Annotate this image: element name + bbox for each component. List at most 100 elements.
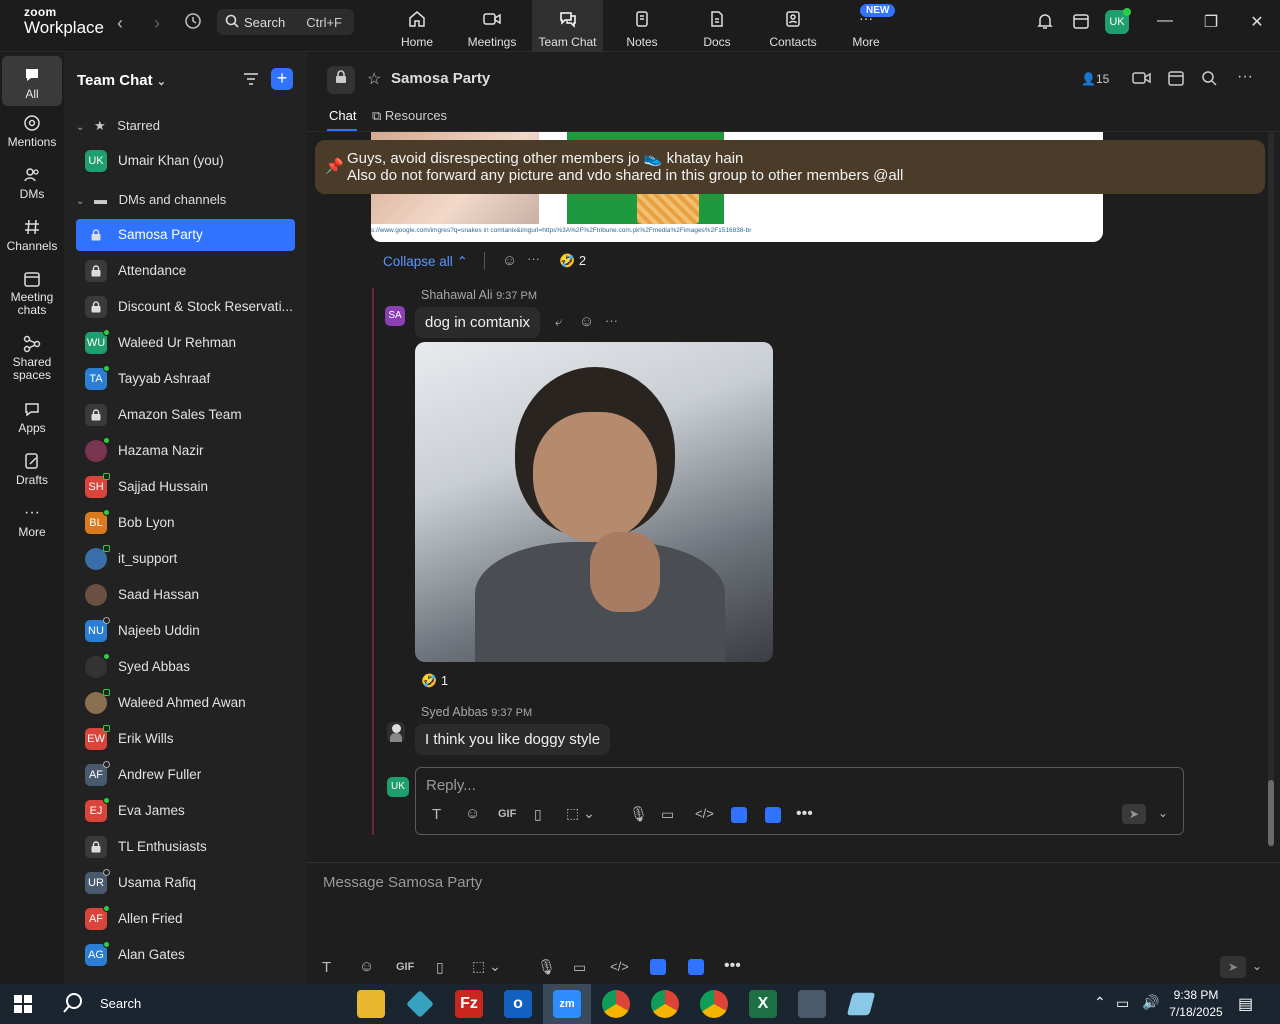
restore-icon[interactable]: ❐	[1196, 12, 1226, 32]
reply-icon[interactable]: ⤶	[555, 314, 562, 330]
more-options-icon[interactable]: ···	[1237, 68, 1253, 86]
nav-team-chat[interactable]: Team Chat	[532, 0, 603, 52]
chrome-icon[interactable]	[602, 990, 630, 1018]
rail-shared-spaces[interactable]: Shared spaces	[2, 335, 62, 382]
sidebar-item[interactable]: Samosa Party	[76, 219, 295, 251]
add-reaction-icon[interactable]: ☺	[579, 313, 594, 330]
starred-section[interactable]: ⌄ ★ Starred	[76, 118, 160, 134]
microphone-icon[interactable]: 🎙	[537, 958, 556, 976]
sidebar-item[interactable]: EW Erik Wills	[76, 723, 295, 755]
nav-meetings[interactable]: Meetings	[464, 0, 520, 52]
scrollbar-track[interactable]	[1268, 132, 1274, 847]
avatar[interactable]: SA	[385, 306, 405, 326]
sidebar-item[interactable]: Syed Abbas	[76, 651, 295, 683]
sidebar-item[interactable]: SH Sajjad Hussain	[76, 471, 295, 503]
sidebar-item[interactable]: Discount & Stock Reservati...	[76, 291, 295, 323]
avatar[interactable]	[387, 722, 405, 742]
sidebar-item[interactable]: Saad Hassan	[76, 579, 295, 611]
app-icon-2[interactable]	[688, 959, 704, 975]
chrome-icon[interactable]	[700, 990, 728, 1018]
sidebar-item[interactable]: TA Tayyab Ashraaf	[76, 363, 295, 395]
file-explorer-icon[interactable]	[357, 990, 385, 1018]
message-input[interactable]: Message Samosa Party	[323, 874, 482, 891]
chevron-down-icon[interactable]: ⌄	[1158, 806, 1168, 820]
sidebar-item[interactable]: WU Waleed Ur Rehman	[76, 327, 295, 359]
starred-item[interactable]: UK Umair Khan (you)	[76, 145, 295, 177]
chevron-up-icon[interactable]: ⌃	[1094, 994, 1106, 1011]
more-icon[interactable]: •••	[724, 957, 741, 975]
video-message-icon[interactable]: ▭	[573, 959, 586, 976]
app-icon-2[interactable]	[765, 807, 781, 823]
nav-contacts[interactable]: Contacts	[764, 0, 822, 52]
text-format-icon[interactable]: T	[322, 959, 331, 976]
file-icon[interactable]: ▯	[436, 959, 444, 976]
app-icon-1[interactable]	[650, 959, 666, 975]
forward-arrow-icon[interactable]: ›	[145, 12, 169, 36]
new-chat-button[interactable]: +	[271, 68, 293, 90]
microphone-icon[interactable]: 🎙	[629, 805, 648, 823]
app-icon[interactable]	[846, 992, 876, 1016]
more-icon[interactable]: •••	[796, 805, 813, 823]
screenshot-icon[interactable]: ⬚ ⌄	[566, 805, 595, 822]
sidebar-item[interactable]: AF Allen Fried	[76, 903, 295, 935]
sidebar-item[interactable]: BL Bob Lyon	[76, 507, 295, 539]
thread-reply-box[interactable]: Reply... T ☺ GIF ▯ ⬚ ⌄ 🎙 ▭ </> ••• ➤ ⌄	[415, 767, 1184, 835]
volume-icon[interactable]: 🔊	[1142, 994, 1159, 1011]
gif-button[interactable]: GIF	[498, 808, 516, 820]
sidebar-item[interactable]: Waleed Ahmed Awan	[76, 687, 295, 719]
minimize-icon[interactable]: —	[1150, 12, 1180, 30]
rail-all[interactable]: All	[2, 56, 62, 106]
calendar-app-icon[interactable]	[1066, 12, 1096, 35]
reaction-chip[interactable]: 🤣 2	[559, 253, 586, 269]
sidebar-item[interactable]: AG Alan Gates	[76, 939, 295, 971]
text-format-icon[interactable]: T	[432, 806, 441, 823]
preview-url[interactable]: s://www.google.com/imgres?q=snakes in co…	[371, 227, 751, 234]
reaction-chip[interactable]: 🤣 1	[421, 673, 448, 689]
more-icon[interactable]: ···	[605, 313, 618, 328]
rail-more[interactable]: ··· More	[2, 504, 62, 539]
rail-drafts[interactable]: Drafts	[2, 452, 62, 487]
emoji-icon[interactable]: ☺	[359, 958, 374, 975]
reply-input[interactable]: Reply...	[426, 777, 476, 794]
sidebar-item[interactable]: Hazama Nazir	[76, 435, 295, 467]
network-icon[interactable]: ▭	[1116, 995, 1129, 1012]
video-icon[interactable]	[1132, 70, 1152, 91]
bell-icon[interactable]	[1030, 12, 1060, 35]
send-icon[interactable]: ➤	[1220, 956, 1246, 978]
send-icon[interactable]: ➤	[1122, 804, 1146, 824]
outlook-icon[interactable]: o	[504, 990, 532, 1018]
tab-chat[interactable]: Chat	[329, 108, 356, 123]
chrome-icon[interactable]	[651, 990, 679, 1018]
sidebar-item[interactable]: it_support	[76, 543, 295, 575]
rail-apps[interactable]: Apps	[2, 400, 62, 435]
windows-start-icon[interactable]	[14, 995, 32, 1018]
nav-docs[interactable]: Docs	[694, 0, 740, 52]
more-icon[interactable]: ···	[527, 251, 540, 266]
filter-icon[interactable]	[242, 70, 260, 93]
dms-section[interactable]: ⌄ ▬ DMs and channels	[76, 192, 226, 207]
tab-resources[interactable]: ⧉ Resources	[372, 108, 447, 124]
app-diamond-icon[interactable]	[406, 990, 434, 1018]
close-icon[interactable]: ✕	[1242, 12, 1272, 32]
search-box[interactable]: Search Ctrl+F	[217, 9, 354, 35]
collapse-all-link[interactable]: Collapse all ⌃	[383, 254, 468, 270]
notifications-icon[interactable]: ▤	[1238, 994, 1253, 1014]
rail-dms[interactable]: DMs	[2, 166, 62, 201]
rail-mentions[interactable]: Mentions	[2, 114, 62, 149]
file-icon[interactable]: ▯	[534, 806, 542, 823]
screenshot-icon[interactable]: ⬚ ⌄	[472, 958, 501, 975]
pinned-message-banner[interactable]: 📌 Guys, avoid disrespecting other member…	[315, 140, 1265, 194]
rail-channels[interactable]: Channels	[2, 218, 62, 253]
calendar-icon[interactable]	[1167, 69, 1185, 92]
excel-icon[interactable]: X	[749, 990, 777, 1018]
calculator-icon[interactable]	[798, 990, 826, 1018]
scrollbar-thumb[interactable]	[1268, 780, 1274, 846]
star-icon[interactable]: ☆	[367, 69, 381, 89]
emoji-icon[interactable]: ☺	[465, 805, 480, 822]
code-icon[interactable]: </>	[610, 959, 629, 974]
sidebar-item[interactable]: TL Enthusiasts	[76, 831, 295, 863]
sidebar-item[interactable]: NU Najeeb Uddin	[76, 615, 295, 647]
sidebar-item[interactable]: Amazon Sales Team	[76, 399, 295, 431]
search-icon[interactable]	[1201, 70, 1217, 91]
shared-photo[interactable]	[415, 342, 773, 662]
